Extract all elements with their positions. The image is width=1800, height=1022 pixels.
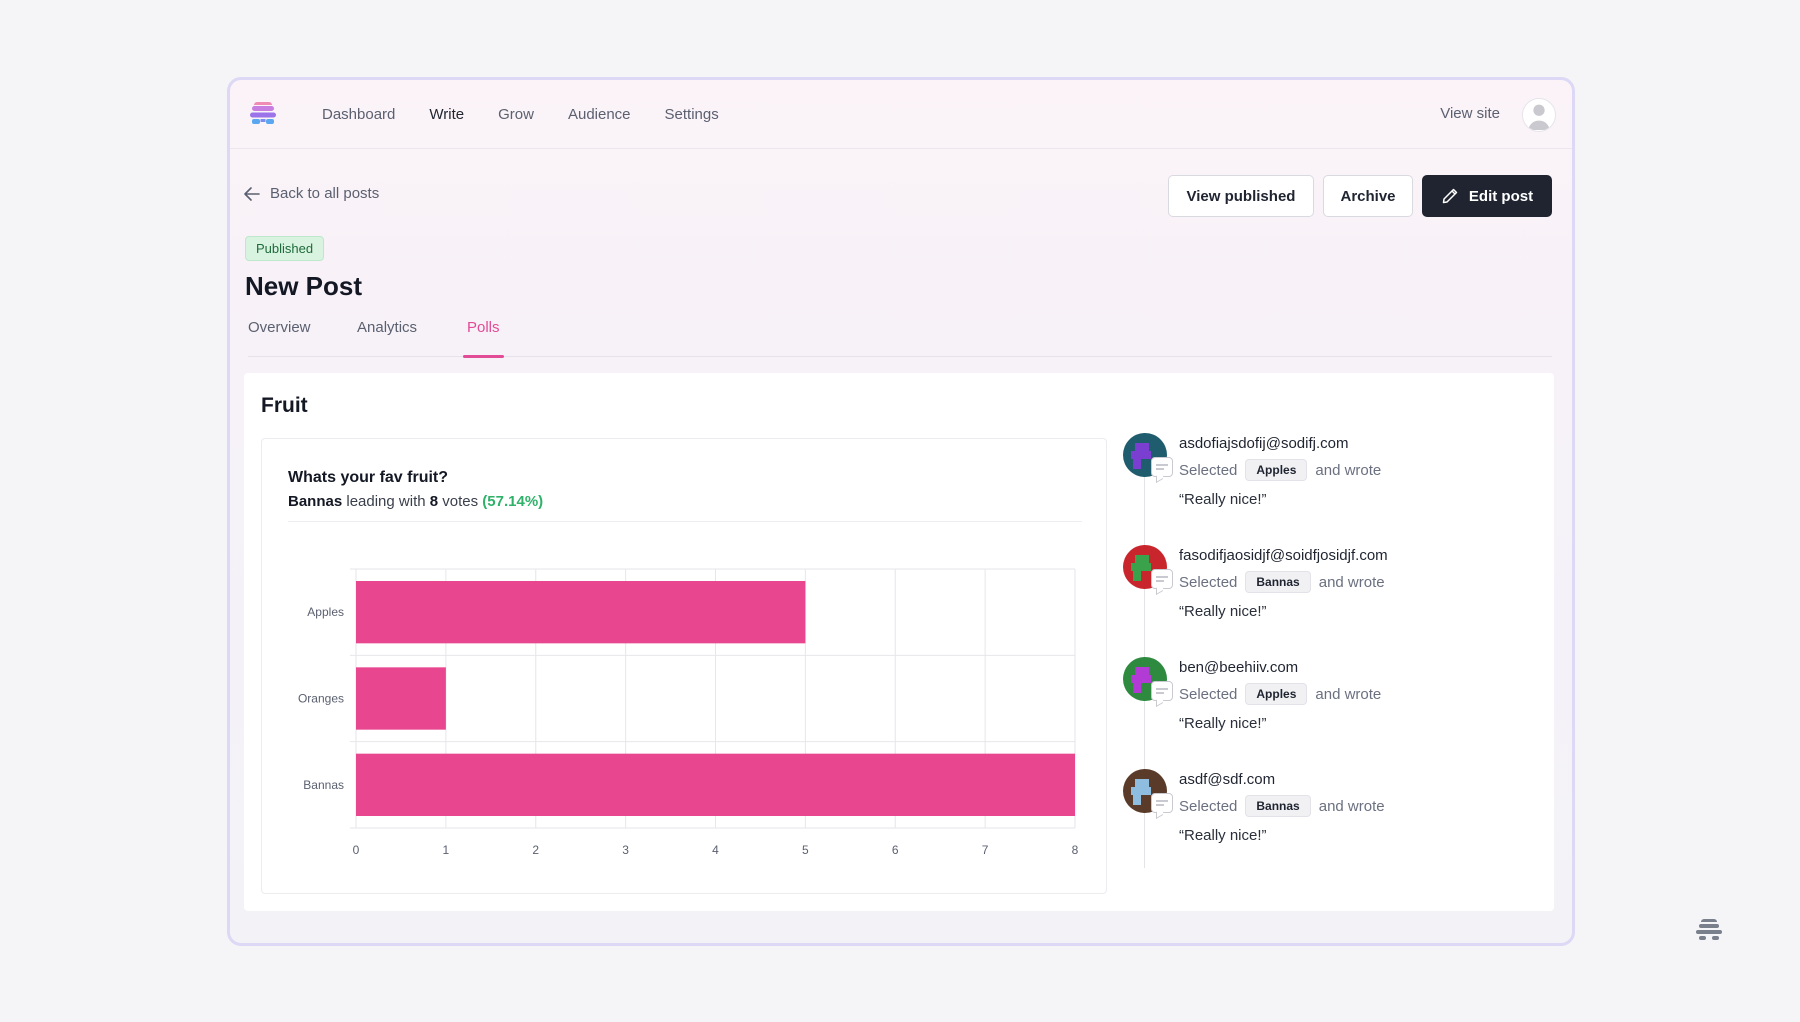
selection-line: Selected Bannas and wrote	[1179, 571, 1385, 593]
tab-polls[interactable]: Polls	[463, 319, 504, 358]
main-nav: Dashboard Write Grow Audience Settings	[322, 80, 753, 149]
page-title: New Post	[245, 271, 363, 301]
category-label: Bannas	[303, 778, 344, 792]
x-tick-label: 6	[892, 843, 899, 857]
x-tick-label: 2	[532, 843, 539, 857]
wrote-text: and wrote	[1315, 461, 1382, 479]
archive-button[interactable]: Archive	[1323, 175, 1413, 217]
arrow-left-icon	[244, 186, 260, 201]
top-nav: Dashboard Write Grow Audience Settings V…	[230, 80, 1572, 149]
selected-text: Selected	[1179, 685, 1238, 703]
response-quote: “Really nice!”	[1179, 827, 1267, 844]
response-item: fasodifjaosidjf@soidfjosidjf.com Selected…	[1123, 545, 1543, 650]
respondent-email: ben@beehiiv.com	[1179, 659, 1299, 676]
response-item: asdf@sdf.com Selected Bannas and wrote “Real…	[1123, 769, 1543, 874]
response-quote: “Really nice!”	[1179, 491, 1267, 508]
view-site-link[interactable]: View site	[1440, 105, 1500, 122]
category-label: Oranges	[298, 692, 344, 706]
response-item: asdofiajsdofij@sodifj.com Selected Apples a…	[1123, 433, 1543, 538]
x-tick-label: 7	[982, 843, 989, 857]
choice-chip: Apples	[1245, 683, 1308, 705]
nav-audience[interactable]: Audience	[568, 106, 631, 123]
selected-text: Selected	[1179, 461, 1238, 479]
x-tick-label: 4	[712, 843, 719, 857]
category-label: Apples	[307, 605, 344, 619]
edit-post-label: Edit post	[1468, 187, 1534, 205]
edit-post-button[interactable]: Edit post	[1422, 175, 1552, 217]
bar-oranges	[356, 667, 446, 730]
active-tab-indicator	[463, 355, 504, 358]
selected-text: Selected	[1179, 573, 1238, 591]
bar-bannas	[356, 753, 1075, 816]
x-tick-label: 8	[1072, 843, 1079, 857]
beehiiv-corner-logo-icon	[1696, 919, 1722, 940]
selection-line: Selected Apples and wrote	[1179, 683, 1381, 705]
status-badge: Published	[245, 236, 325, 261]
x-tick-label: 5	[802, 843, 809, 857]
response-item: ben@beehiiv.com Selected Apples and wrote “R…	[1123, 657, 1543, 762]
selection-line: Selected Apples and wrote	[1179, 459, 1381, 481]
x-tick-label: 0	[353, 843, 360, 857]
user-avatar-icon[interactable]	[1522, 98, 1556, 132]
respondent-email: asdofiajsdofij@sodifj.com	[1179, 435, 1349, 452]
wrote-text: and wrote	[1315, 685, 1382, 703]
respondent-email: fasodifjaosidjf@soidfjosidjf.com	[1179, 547, 1388, 564]
selection-line: Selected Bannas and wrote	[1179, 795, 1385, 817]
responses-feed: asdofiajsdofij@sodifj.com Selected Apples a…	[1123, 433, 1543, 883]
tab-overview[interactable]: Overview	[248, 319, 311, 357]
comment-icon	[1151, 457, 1173, 477]
back-link-label: Back to all posts	[270, 185, 380, 202]
poll-bar-chart: Apples Oranges Bannas 0 1 2 3 4 5 6 7 8	[298, 568, 1079, 857]
selected-text: Selected	[1179, 797, 1238, 815]
back-to-posts-link[interactable]: Back to all posts	[244, 185, 379, 202]
x-tick-label: 1	[443, 843, 450, 857]
tab-analytics[interactable]: Analytics	[357, 319, 417, 357]
comment-icon	[1151, 569, 1173, 589]
poll-title: Fruit	[261, 394, 308, 417]
respondent-email: asdf@sdf.com	[1179, 771, 1276, 788]
response-quote: “Really nice!”	[1179, 715, 1267, 732]
comment-icon	[1151, 681, 1173, 701]
view-published-button[interactable]: View published	[1168, 175, 1314, 217]
nav-settings[interactable]: Settings	[665, 106, 719, 123]
response-quote: “Really nice!”	[1179, 603, 1267, 620]
person-icon	[1528, 104, 1550, 130]
poll-card: Fruit Whats your fav fruit? Bannas leadi…	[244, 373, 1554, 911]
poll-chart-panel: Whats your fav fruit? Bannas leading wit…	[261, 438, 1107, 894]
x-tick-label: 3	[622, 843, 629, 857]
beehiiv-logo-icon[interactable]	[244, 94, 282, 132]
choice-chip: Bannas	[1245, 571, 1311, 593]
comment-icon	[1151, 793, 1173, 813]
nav-dashboard[interactable]: Dashboard	[322, 106, 395, 123]
wrote-text: and wrote	[1318, 573, 1385, 591]
choice-chip: Bannas	[1245, 795, 1311, 817]
app-window: Dashboard Write Grow Audience Settings V…	[227, 77, 1575, 946]
wrote-text: and wrote	[1318, 797, 1385, 815]
pencil-icon	[1442, 188, 1458, 204]
post-tabs: Overview Analytics Polls	[248, 319, 1552, 358]
choice-chip: Apples	[1245, 459, 1308, 481]
nav-write[interactable]: Write	[429, 106, 464, 123]
bar-apples	[356, 581, 806, 644]
nav-grow[interactable]: Grow	[498, 106, 534, 123]
